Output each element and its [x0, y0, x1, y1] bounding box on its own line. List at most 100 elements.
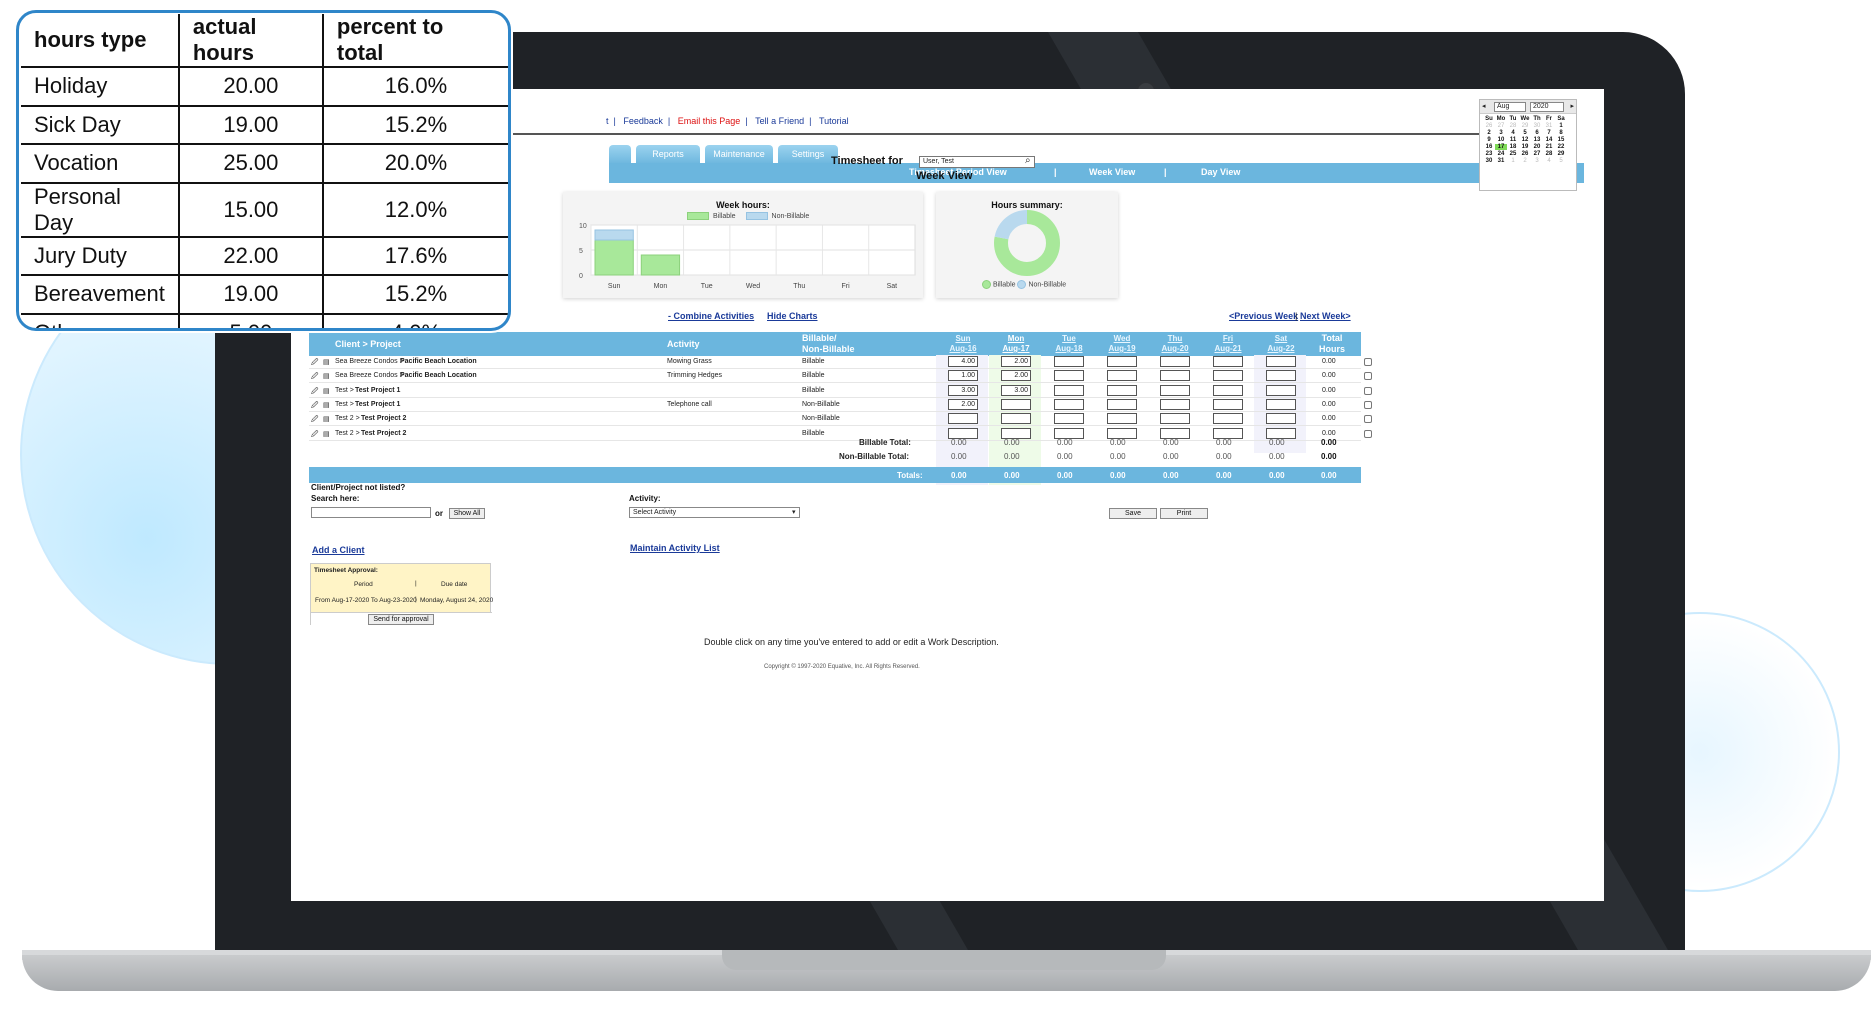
hours-input-sat[interactable] — [1266, 413, 1296, 425]
row-checkbox[interactable] — [1364, 400, 1372, 409]
hours-input-tue[interactable] — [1054, 356, 1084, 367]
day-date[interactable]: Aug-18 — [1043, 344, 1095, 354]
calendar-day[interactable]: 13 — [1531, 137, 1543, 143]
calendar-day[interactable]: 4 — [1543, 158, 1555, 164]
hours-input-tue[interactable] — [1054, 398, 1084, 410]
client-search-input[interactable] — [311, 507, 431, 518]
send-for-approval-button[interactable]: Send for approval — [368, 614, 434, 625]
combine-activities-link[interactable]: - Combine Activities — [668, 311, 754, 321]
calendar-day[interactable]: 22 — [1555, 144, 1567, 150]
next-month-icon[interactable]: ▸ — [1570, 102, 1574, 110]
calendar-day[interactable]: 29 — [1555, 151, 1567, 157]
activity-select[interactable]: Select Activity — [629, 507, 800, 518]
row-checkbox[interactable] — [1364, 415, 1372, 424]
calendar-day[interactable]: 3 — [1531, 158, 1543, 164]
calendar-day[interactable]: 18 — [1507, 144, 1519, 150]
calendar-day[interactable]: 2 — [1519, 158, 1531, 164]
hours-input-tue[interactable] — [1054, 370, 1084, 382]
print-button[interactable]: Print — [1160, 508, 1208, 519]
hours-input-wed[interactable] — [1107, 356, 1137, 367]
calendar-day[interactable]: 25 — [1507, 151, 1519, 157]
day-date[interactable]: Aug-19 — [1096, 344, 1148, 354]
hours-input-thu[interactable] — [1160, 384, 1190, 396]
day-name[interactable]: Sun — [937, 334, 989, 344]
calendar-day[interactable]: 24 — [1495, 151, 1507, 157]
calendar-day[interactable]: 28 — [1543, 151, 1555, 157]
year-select[interactable]: 2020 — [1530, 102, 1564, 112]
add-client-link[interactable]: Add a Client — [312, 545, 365, 555]
hours-input-wed[interactable] — [1107, 413, 1137, 425]
calendar-day[interactable]: 15 — [1555, 137, 1567, 143]
calendar-day[interactable]: 19 — [1519, 144, 1531, 150]
tab-previous[interactable] — [609, 145, 631, 163]
note-icon[interactable]: ▤ — [323, 358, 330, 366]
day-name[interactable]: Fri — [1202, 334, 1254, 344]
attach-icon[interactable]: 🖉 — [311, 415, 318, 426]
hours-input-fri[interactable] — [1213, 427, 1243, 439]
hours-input-mon[interactable] — [1001, 427, 1031, 439]
calendar-day[interactable]: 2 — [1483, 130, 1495, 136]
next-week-link[interactable]: Next Week> — [1300, 311, 1351, 321]
link-t[interactable]: t — [606, 116, 609, 126]
hours-input-fri[interactable] — [1213, 384, 1243, 396]
hours-input-wed[interactable] — [1107, 370, 1137, 382]
day-date[interactable]: Aug-21 — [1202, 344, 1254, 354]
tab-reports[interactable]: Reports — [636, 145, 700, 163]
day-date[interactable]: Aug-22 — [1255, 344, 1307, 354]
hours-input-sat[interactable] — [1266, 384, 1296, 396]
hours-input-sun[interactable]: 2.00 — [948, 398, 978, 410]
day-date[interactable]: Aug-16 — [937, 344, 989, 354]
calendar-day[interactable]: 23 — [1483, 151, 1495, 157]
hours-input-mon[interactable]: 2.00 — [1001, 356, 1031, 367]
calendar-day[interactable]: 8 — [1555, 130, 1567, 136]
day-name[interactable]: Thu — [1149, 334, 1201, 344]
hours-input-sun[interactable]: 1.00 — [948, 370, 978, 382]
attach-icon[interactable]: 🖉 — [311, 401, 318, 412]
day-header-thu[interactable]: Thu Aug-20 — [1149, 334, 1201, 354]
note-icon[interactable]: ▤ — [323, 387, 330, 395]
hours-input-tue[interactable] — [1054, 427, 1084, 439]
note-icon[interactable]: ▤ — [323, 401, 330, 409]
hours-input-wed[interactable] — [1107, 398, 1137, 410]
row-checkbox[interactable] — [1364, 372, 1372, 381]
hours-input-sun[interactable] — [948, 427, 978, 439]
previous-week-link[interactable]: <Previous Week — [1229, 311, 1298, 321]
search-icon[interactable]: ⌕ — [1025, 155, 1031, 166]
calendar-day[interactable]: 17 — [1495, 144, 1507, 150]
tutorial-link[interactable]: Tutorial — [819, 116, 849, 126]
calendar-day[interactable]: 31 — [1543, 123, 1555, 129]
day-date[interactable]: Aug-20 — [1149, 344, 1201, 354]
hours-input-fri[interactable] — [1213, 413, 1243, 425]
show-all-button[interactable]: Show All — [449, 508, 485, 519]
note-icon[interactable]: ▤ — [323, 372, 330, 380]
calendar-day[interactable]: 20 — [1531, 144, 1543, 150]
calendar-day[interactable]: 12 — [1519, 137, 1531, 143]
calendar-day[interactable]: 27 — [1531, 151, 1543, 157]
calendar-day[interactable]: 30 — [1531, 123, 1543, 129]
attach-icon[interactable]: 🖉 — [311, 358, 318, 369]
save-button[interactable]: Save — [1109, 508, 1157, 519]
calendar-day[interactable]: 1 — [1555, 123, 1567, 129]
calendar-day[interactable]: 30 — [1483, 158, 1495, 164]
day-header-tue[interactable]: Tue Aug-18 — [1043, 334, 1095, 354]
calendar-day[interactable]: 11 — [1507, 137, 1519, 143]
calendar-day[interactable]: 9 — [1483, 137, 1495, 143]
calendar-day[interactable]: 3 — [1495, 130, 1507, 136]
hours-input-sun[interactable]: 3.00 — [948, 384, 978, 396]
hours-input-wed[interactable] — [1107, 384, 1137, 396]
day-header-wed[interactable]: Wed Aug-19 — [1096, 334, 1148, 354]
calendar-day[interactable]: 27 — [1495, 123, 1507, 129]
calendar-day[interactable]: 6 — [1531, 130, 1543, 136]
calendar-day[interactable]: 1 — [1507, 158, 1519, 164]
row-checkbox[interactable] — [1364, 429, 1372, 438]
hours-input-thu[interactable] — [1160, 398, 1190, 410]
calendar-day[interactable]: 26 — [1483, 123, 1495, 129]
hours-input-fri[interactable] — [1213, 370, 1243, 382]
day-name[interactable]: Sat — [1255, 334, 1307, 344]
hours-input-tue[interactable] — [1054, 384, 1084, 396]
activity-dropdown-icon[interactable]: ▾ — [792, 508, 796, 516]
hours-input-sat[interactable] — [1266, 398, 1296, 410]
week-view-link[interactable]: Week View — [1089, 167, 1135, 177]
prev-month-icon[interactable]: ◂ — [1482, 102, 1486, 110]
calendar-day[interactable]: 7 — [1543, 130, 1555, 136]
